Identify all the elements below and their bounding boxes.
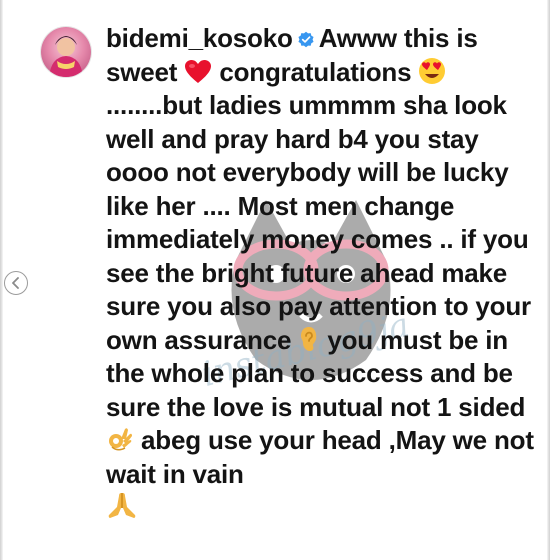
verified-badge-icon xyxy=(298,31,314,48)
folded-hands-icon xyxy=(108,493,136,518)
chevron-left-icon xyxy=(12,277,19,289)
left-edge-shadow xyxy=(0,0,3,560)
comment-text: bidemi_kosoko Awww this is sweet congrat… xyxy=(106,22,536,526)
username-link[interactable]: bidemi_kosoko xyxy=(106,23,293,53)
comment-part-2: congratulations xyxy=(219,56,412,87)
comment-part-5: abeg use your head ,May we not wait in v… xyxy=(106,425,534,489)
ear-icon xyxy=(301,326,317,351)
carousel-prev-button[interactable] xyxy=(4,271,28,295)
ok-hand-icon xyxy=(109,428,132,451)
comment-part-3: ........but ladies ummmm sha look well a… xyxy=(106,90,531,355)
avatar[interactable] xyxy=(41,27,91,77)
heart-eyes-face-icon xyxy=(419,57,446,84)
red-heart-icon xyxy=(185,59,212,83)
comment-screenshot: instablog9ja bidemi_kosoko Awww this is … xyxy=(0,0,550,560)
